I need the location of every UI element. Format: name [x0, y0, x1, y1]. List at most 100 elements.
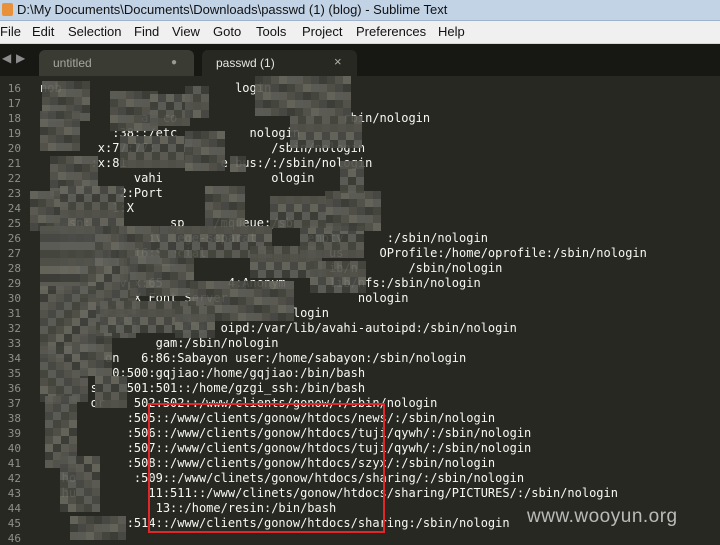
mosaic-block	[103, 250, 111, 258]
mosaic-block	[263, 76, 271, 84]
mosaic-block	[184, 242, 192, 250]
mosaic-block	[175, 306, 183, 314]
menu-preferences[interactable]: Preferences	[356, 24, 426, 39]
mosaic-block	[56, 362, 64, 370]
mosaic-block	[124, 325, 132, 333]
tab-passwd[interactable]: passwd (1) ×	[202, 50, 357, 76]
mosaic-block	[164, 317, 172, 325]
mosaic-block	[82, 81, 90, 89]
mosaic-block	[72, 111, 80, 119]
mosaic-block	[120, 136, 128, 144]
mosaic-block	[60, 504, 68, 512]
mosaic-block	[64, 111, 72, 119]
menu-tools[interactable]: Tools	[256, 24, 286, 39]
mosaic-block	[88, 234, 96, 242]
mosaic-block	[168, 226, 176, 234]
mosaic-block	[126, 115, 134, 123]
menu-project[interactable]: Project	[302, 24, 342, 39]
mosaic-block	[274, 246, 282, 254]
mosaic-block	[166, 102, 174, 110]
mosaic-block	[96, 290, 104, 298]
mosaic-block	[80, 302, 88, 310]
menu-goto[interactable]: Goto	[213, 24, 241, 39]
mosaic-block	[84, 464, 92, 472]
tab-scroll-right-icon[interactable]: ▶	[16, 51, 25, 65]
mosaic-block	[46, 199, 54, 207]
menu-edit[interactable]: Edit	[32, 24, 54, 39]
mosaic-block	[230, 289, 238, 297]
mosaic-block	[160, 152, 168, 160]
tab-scroll-left-icon[interactable]: ◀	[2, 51, 11, 65]
mosaic-block	[74, 97, 82, 105]
mosaic-block	[72, 135, 80, 143]
mosaic-block	[92, 472, 100, 480]
mosaic-block	[103, 258, 111, 266]
mosaic-block	[72, 370, 80, 378]
mosaic-block	[334, 285, 342, 293]
mosaic-block	[334, 269, 342, 277]
mosaic-block	[340, 185, 348, 193]
mosaic-block	[240, 242, 248, 250]
menu-help[interactable]: Help	[438, 24, 465, 39]
mosaic-block	[68, 504, 76, 512]
mosaic-block	[287, 108, 295, 116]
mosaic-block	[258, 246, 266, 254]
mosaic-block	[198, 281, 206, 289]
mosaic-block	[38, 191, 46, 199]
mosaic-block	[88, 368, 96, 376]
mosaic-block	[56, 294, 64, 302]
mosaic-block	[327, 108, 335, 116]
mosaic-block	[238, 156, 246, 164]
mosaic-block	[111, 392, 119, 400]
mosaic-block	[108, 317, 116, 325]
mosaic-block	[100, 194, 108, 202]
mosaic-block	[348, 250, 356, 258]
mosaic-block	[108, 186, 116, 194]
mosaic-block	[119, 250, 127, 258]
mosaic-block	[250, 262, 258, 270]
menu-selection[interactable]: Selection	[68, 24, 121, 39]
mosaic-block	[68, 186, 76, 194]
mosaic-block	[270, 313, 278, 321]
mosaic-block	[80, 266, 88, 274]
mosaic-block	[314, 124, 322, 132]
mosaic-block	[102, 524, 110, 532]
close-tab-icon[interactable]: ×	[334, 54, 342, 69]
mosaic-block	[110, 91, 118, 99]
mosaic-block	[60, 496, 68, 504]
mosaic-block	[136, 152, 144, 160]
mosaic-block	[95, 392, 103, 400]
tab-untitled[interactable]: untitled ●	[39, 50, 194, 76]
mosaic-block	[64, 354, 72, 362]
mosaic-block	[58, 81, 66, 89]
mosaic-block	[88, 352, 96, 360]
mosaic-block	[250, 254, 258, 262]
mosaic-block	[217, 163, 225, 171]
mosaic-block	[256, 226, 264, 234]
mosaic-block	[298, 132, 306, 140]
mosaic-block	[46, 215, 54, 223]
mosaic-block	[56, 334, 64, 342]
mosaic-block	[160, 226, 168, 234]
menu-file[interactable]: File	[0, 24, 21, 39]
mosaic-block	[300, 250, 308, 258]
mosaic-block	[112, 290, 120, 298]
mosaic-block	[341, 215, 349, 223]
mosaic-block	[80, 368, 88, 376]
mosaic-block	[80, 318, 88, 326]
menu-find[interactable]: Find	[134, 24, 159, 39]
unsaved-dot-icon[interactable]: ●	[171, 57, 177, 68]
mosaic-block	[45, 420, 53, 428]
mosaic-block	[30, 207, 38, 215]
mosaic-block	[175, 322, 183, 330]
mosaic-block	[311, 108, 319, 116]
mosaic-block	[40, 386, 48, 394]
mosaic-block	[168, 234, 176, 242]
menu-view[interactable]: View	[172, 24, 200, 39]
mosaic-block	[295, 92, 303, 100]
mosaic-block	[354, 140, 362, 148]
mosaic-block	[95, 226, 103, 234]
mosaic-block	[214, 297, 222, 305]
mosaic-block	[338, 132, 346, 140]
mosaic-block	[120, 160, 128, 168]
